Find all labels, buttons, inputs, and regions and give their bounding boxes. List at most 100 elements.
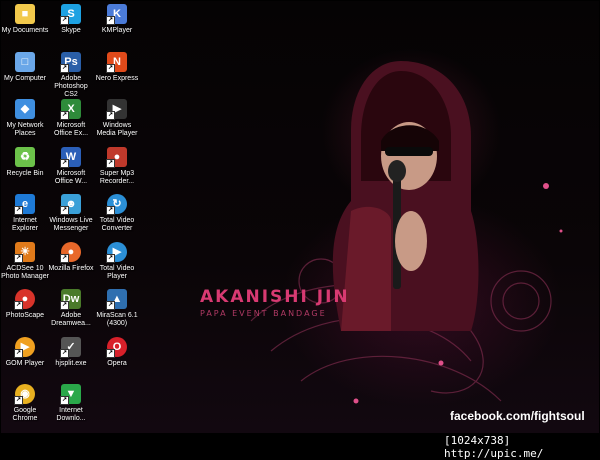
photoshop-icon: Ps ↗ (60, 52, 81, 73)
desktop-icon-total-video-converter[interactable]: ↻ ↗ Total Video Converter (93, 194, 141, 233)
icon-label: Mozilla Firefox (48, 265, 94, 272)
desktop-icon-skype[interactable]: S ↗ Skype (47, 4, 95, 35)
photoscape-icon: ● ↗ (14, 289, 35, 310)
idm-icon: ▼ ↗ (60, 384, 81, 405)
network-icon: ◆ (15, 99, 35, 119)
desktop-icon-my-documents[interactable]: ■ My Documents (1, 4, 49, 35)
shortcut-arrow-icon: ↗ (106, 254, 115, 263)
desktop-icon-total-video-player[interactable]: ▶ ↗ Total Video Player (93, 242, 141, 281)
shortcut-arrow-icon: ↗ (60, 396, 69, 405)
acdsee-icon: ☀ ↗ (14, 242, 35, 263)
icon-label: MiraScan 6.1 (4300) (96, 312, 138, 327)
video-player-icon: ▶ ↗ (106, 242, 127, 263)
opera-icon: O ↗ (106, 337, 127, 358)
chrome-icon: ◉ ↗ (14, 384, 35, 405)
computer-icon: □ (15, 52, 35, 72)
folder-icon: ■ (15, 4, 35, 24)
icon-label: hjsplit.exe (55, 360, 87, 367)
shortcut-arrow-icon: ↗ (60, 349, 69, 358)
desktop-icon-nero-express[interactable]: N ↗ Nero Express (93, 52, 141, 83)
firefox-icon: ● ↗ (60, 242, 81, 263)
desktop-icon-windows-media-player[interactable]: ▶ ↗ Windows Media Player (93, 99, 141, 138)
gom-player-icon: ▶ ↗ (14, 337, 35, 358)
internet-explorer-icon: e ↗ (14, 194, 35, 215)
icon-label: Microsoft Office W... (54, 170, 88, 185)
shortcut-arrow-icon: ↗ (14, 396, 23, 405)
shortcut-arrow-icon: ↗ (106, 64, 115, 73)
mirascan-icon: ▲ ↗ (106, 289, 127, 310)
desktop-icon-my-network-places[interactable]: ◆ My Network Places (1, 99, 49, 138)
icon-label: Super Mp3 Recorder... (99, 170, 135, 185)
shortcut-arrow-icon: ↗ (60, 159, 69, 168)
shortcut-arrow-icon: ↗ (60, 206, 69, 215)
desktop-icon-excel[interactable]: X ↗ Microsoft Office Ex... (47, 99, 95, 138)
recycle-bin-icon: ♻ (15, 147, 35, 167)
image-watermark: [1024x738] http://upic.me/ (444, 434, 544, 460)
icon-label: Microsoft Office Ex... (53, 122, 89, 137)
desktop-icon-opera[interactable]: O ↗ Opera (93, 337, 141, 368)
desktop-icon-acdsee[interactable]: ☀ ↗ ACDSee 10 Photo Manager (1, 242, 49, 281)
media-player-icon: ▶ ↗ (106, 99, 127, 120)
icon-label: KMPlayer (101, 27, 133, 34)
video-converter-icon: ↻ ↗ (106, 194, 127, 215)
desktop-icon-windows-live-messenger[interactable]: ☻ ↗ Windows Live Messenger (47, 194, 95, 233)
desktop-icon-photoshop[interactable]: Ps ↗ Adobe Photoshop CS2 (47, 52, 95, 99)
icon-label: Windows Media Player (96, 122, 138, 137)
icon-label: Total Video Player (99, 265, 135, 280)
icon-label: PhotoScape (5, 312, 45, 319)
icon-label: Opera (107, 360, 127, 367)
icon-label: Nero Express (95, 75, 139, 82)
wallpaper-caption: facebook.com/fightsoul (450, 409, 585, 423)
desktop-icon-dreamweaver[interactable]: Dw ↗ Adobe Dreamwea... (47, 289, 95, 328)
shortcut-arrow-icon: ↗ (14, 206, 23, 215)
shortcut-arrow-icon: ↗ (106, 206, 115, 215)
desktop-icon-my-computer[interactable]: □ My Computer (1, 52, 49, 83)
desktop-icon-kmplayer[interactable]: K ↗ KMPlayer (93, 4, 141, 35)
shortcut-arrow-icon: ↗ (60, 254, 69, 263)
icon-label: Total Video Converter (99, 217, 135, 232)
desktop-icon-hjsplit[interactable]: ✓ ↗ hjsplit.exe (47, 337, 95, 368)
icon-label: Adobe Dreamwea... (51, 312, 91, 327)
shortcut-arrow-icon: ↗ (14, 301, 23, 310)
icon-label: My Documents (1, 27, 49, 34)
icon-label: Windows Live Messenger (49, 217, 93, 232)
desktop-icon-gom-player[interactable]: ▶ ↗ GOM Player (1, 337, 49, 368)
icon-label: My Computer (3, 75, 46, 82)
icon-label: My Network Places (6, 122, 44, 137)
shortcut-arrow-icon: ↗ (106, 111, 115, 120)
wallpaper-title: AKANISHI JIN (200, 287, 350, 307)
desktop-icon-super-mp3-recorder[interactable]: ● ↗ Super Mp3 Recorder... (93, 147, 141, 186)
desktop-icon-internet-download-manager[interactable]: ▼ ↗ Internet Downlo... (47, 384, 95, 423)
desktop-icon-google-chrome[interactable]: ◉ ↗ Google Chrome (1, 384, 49, 423)
icon-label: ACDSee 10 Photo Manager (1, 265, 49, 280)
shortcut-arrow-icon: ↗ (60, 64, 69, 73)
desktop-icon-internet-explorer[interactable]: e ↗ Internet Explorer (1, 194, 49, 233)
kmplayer-icon: K ↗ (106, 4, 127, 25)
desktop-icon-mirascan[interactable]: ▲ ↗ MiraScan 6.1 (4300) (93, 289, 141, 328)
desktop-icon-photoscape[interactable]: ● ↗ PhotoScape (1, 289, 49, 320)
icon-label: Skype (61, 27, 81, 34)
icon-label: Recycle Bin (6, 170, 44, 177)
shortcut-arrow-icon: ↗ (14, 349, 23, 358)
excel-icon: X ↗ (60, 99, 81, 120)
mp3-recorder-icon: ● ↗ (106, 147, 127, 168)
shortcut-arrow-icon: ↗ (106, 301, 115, 310)
desktop-icon-recycle-bin[interactable]: ♻ Recycle Bin (1, 147, 49, 178)
nero-icon: N ↗ (106, 52, 127, 73)
word-icon: W ↗ (60, 147, 81, 168)
icon-label: Internet Explorer (11, 217, 39, 232)
hjsplit-icon: ✓ ↗ (60, 337, 81, 358)
shortcut-arrow-icon: ↗ (14, 254, 23, 263)
dreamweaver-icon: Dw ↗ (60, 289, 81, 310)
desktop-icon-firefox[interactable]: ● ↗ Mozilla Firefox (47, 242, 95, 273)
icon-label: Internet Downlo... (56, 407, 86, 422)
shortcut-arrow-icon: ↗ (60, 111, 69, 120)
shortcut-arrow-icon: ↗ (60, 301, 69, 310)
shortcut-arrow-icon: ↗ (60, 16, 69, 25)
skype-icon: S ↗ (60, 4, 81, 25)
shortcut-arrow-icon: ↗ (106, 349, 115, 358)
shortcut-arrow-icon: ↗ (106, 16, 115, 25)
icon-label: GOM Player (5, 360, 45, 367)
desktop-icon-word[interactable]: W ↗ Microsoft Office W... (47, 147, 95, 186)
icon-label: Google Chrome (12, 407, 38, 422)
